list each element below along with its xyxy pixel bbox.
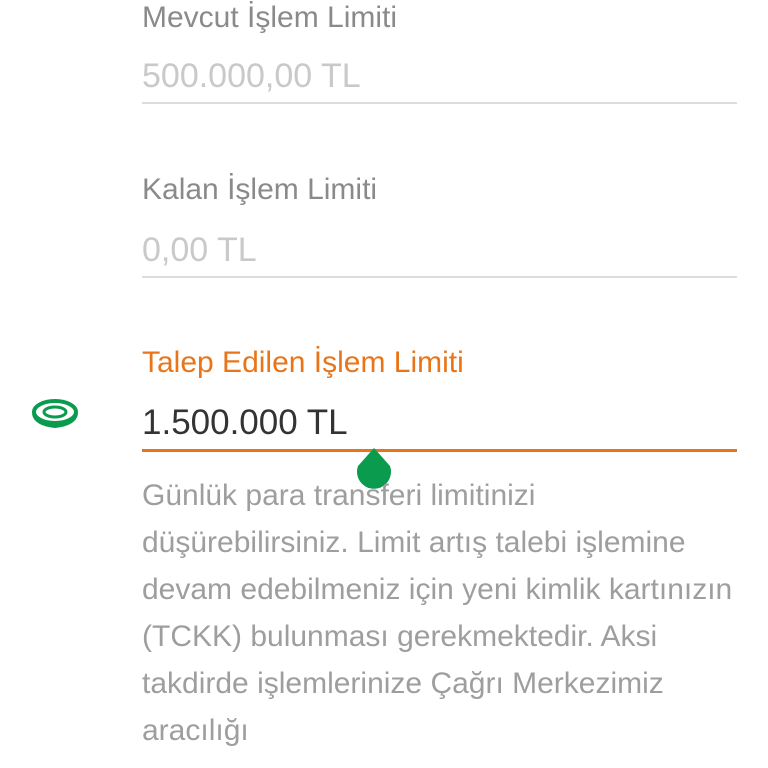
current-limit-underline	[142, 102, 737, 104]
helper-text: Günlük para transferi limitinizi düşüreb…	[142, 479, 733, 747]
limit-form-screen: Mevcut İşlem Limiti 500.000,00 TL Kalan …	[0, 0, 768, 768]
current-limit-label: Mevcut İşlem Limiti	[142, 1, 398, 34]
remaining-limit-value: 0,00 TL	[142, 231, 257, 269]
remaining-limit-underline	[142, 276, 737, 278]
requested-limit-underline	[142, 449, 737, 452]
current-limit-value: 500.000,00 TL	[142, 57, 361, 95]
requested-limit-input[interactable]	[142, 401, 737, 445]
remaining-limit-label: Kalan İşlem Limiti	[142, 173, 378, 206]
requested-limit-label: Talep Edilen İşlem Limiti	[142, 346, 464, 379]
money-coin-icon	[32, 399, 78, 429]
